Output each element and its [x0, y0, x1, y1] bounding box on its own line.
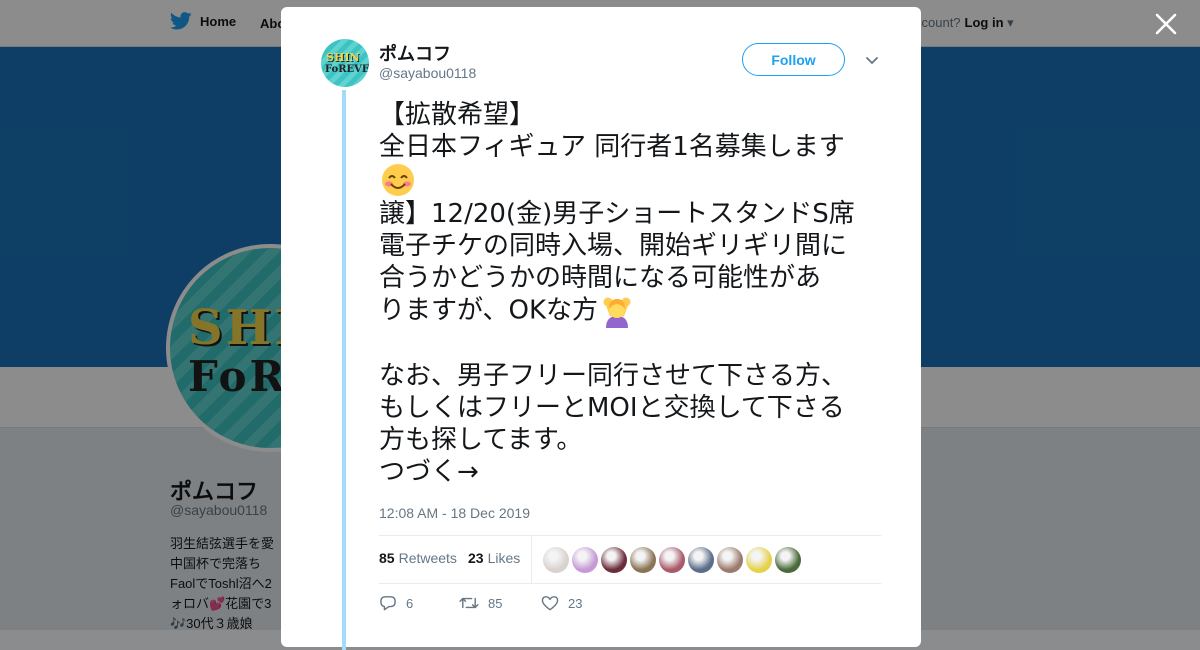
- tweet-line: りますが、OKな方: [379, 294, 889, 328]
- likes-count: 23: [468, 550, 484, 566]
- heart-icon: [541, 596, 559, 611]
- like-count: 23: [568, 595, 583, 611]
- close-icon[interactable]: [1154, 12, 1178, 36]
- smiling-face-emoji: [382, 164, 414, 196]
- retweets-label: Retweets: [398, 550, 457, 566]
- liker-avatar[interactable]: [746, 547, 772, 573]
- reply-count: 6: [406, 595, 414, 611]
- thread-line: [342, 90, 346, 650]
- tweet-line: [379, 328, 889, 360]
- follow-button[interactable]: Follow: [742, 43, 845, 76]
- tweet-line: 全日本フィギュア 同行者1名募集します: [379, 132, 845, 162]
- liker-avatar[interactable]: [572, 547, 598, 573]
- retweet-button[interactable]: 85: [459, 595, 502, 611]
- chevron-down-icon[interactable]: [865, 56, 879, 66]
- author-avatar[interactable]: SHIN FoREVER: [321, 39, 369, 87]
- reply-button[interactable]: 6: [379, 595, 413, 611]
- like-button[interactable]: 23: [541, 595, 582, 611]
- liker-avatar[interactable]: [543, 547, 569, 573]
- author-handle[interactable]: @sayabou0118: [379, 65, 476, 81]
- liker-avatar[interactable]: [659, 547, 685, 573]
- tweet-modal: SHIN FoREVER ポムコフ @sayabou0118 Follow 【拡…: [281, 7, 921, 650]
- likes-label: Likes: [487, 550, 521, 566]
- tweet-line: [379, 163, 889, 198]
- liker-avatar[interactable]: [630, 547, 656, 573]
- liker-avatar[interactable]: [775, 547, 801, 573]
- tweet-line: なお、男子フリー同行させて下さる方、: [379, 361, 848, 391]
- person-gesturing-ok-emoji: [603, 297, 631, 328]
- tweet-actions: 6 85 23: [379, 595, 679, 615]
- tweet-text: 【拡散希望】 全日本フィギュア 同行者1名募集します 譲】12/20(金)男子シ…: [379, 99, 889, 488]
- retweet-icon: [459, 597, 479, 609]
- tweet-line-text: りますが、OKな方: [379, 295, 598, 326]
- tweet-line: 【拡散希望】: [379, 100, 536, 130]
- tweet-timestamp[interactable]: 12:08 AM - 18 Dec 2019: [379, 505, 530, 521]
- tweet-line: 合うかどうかの時間になる可能性があ: [379, 263, 822, 293]
- liker-avatars: [543, 547, 801, 573]
- liker-avatar[interactable]: [601, 547, 627, 573]
- stats-divider: [531, 536, 532, 583]
- retweets-count: 85: [379, 550, 395, 566]
- liker-avatar[interactable]: [717, 547, 743, 573]
- tweet-line: 電子チケの同時入場、開始ギリギリ間に: [379, 231, 848, 261]
- likes-stat[interactable]: 23 Likes: [468, 550, 520, 566]
- retweet-count: 85: [488, 595, 503, 611]
- author-name[interactable]: ポムコフ: [379, 40, 451, 66]
- tweet-line: つづく→: [379, 457, 479, 487]
- tweet-line: 方も探してます。: [379, 425, 583, 455]
- tweet-line: 譲】12/20(金)男子ショートスタンドS席: [379, 199, 855, 229]
- tweet-line: もしくはフリーとMOIと交換して下さる: [379, 393, 845, 423]
- retweets-stat[interactable]: 85 Retweets: [379, 550, 457, 566]
- reply-icon: [380, 596, 396, 611]
- liker-avatar[interactable]: [688, 547, 714, 573]
- tweet-stats: 85 Retweets 23 Likes: [379, 535, 881, 584]
